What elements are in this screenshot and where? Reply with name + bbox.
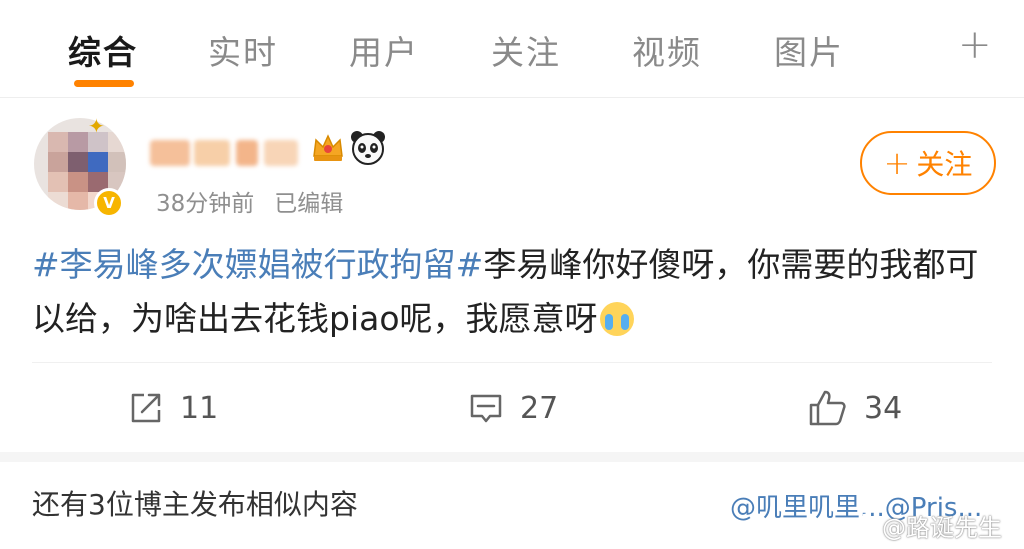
- comment-button[interactable]: 27: [468, 388, 558, 428]
- watermark-text: @路诞先生: [882, 514, 1002, 542]
- like-button[interactable]: 34: [808, 388, 902, 428]
- tab-images[interactable]: 图片: [774, 26, 844, 74]
- add-tab-icon[interactable]: +: [958, 22, 992, 68]
- tab-comprehensive[interactable]: 综合: [68, 26, 138, 74]
- section-separator: [0, 452, 1024, 462]
- post-meta: 38分钟前 已编辑: [156, 184, 343, 218]
- follow-button[interactable]: + 关注: [860, 131, 996, 195]
- post-hashtag[interactable]: #李易峰多次嫖娼被行政拘留#: [32, 245, 483, 284]
- thumbs-up-icon: [809, 390, 846, 426]
- repost-icon: [131, 393, 161, 423]
- repost-count: 11: [180, 390, 219, 426]
- panda-icon: [351, 131, 385, 165]
- verified-badge-icon: V: [94, 188, 124, 218]
- tab-video[interactable]: 视频: [632, 26, 702, 74]
- plus-icon: +: [883, 144, 911, 182]
- tab-following[interactable]: 关注: [491, 26, 561, 74]
- crown-icon: [313, 134, 343, 161]
- post-text: #李易峰多次嫖娼被行政拘留#李易峰你好傻呀，你需要的我都可以给，为啥出去花钱pi…: [32, 238, 992, 346]
- post-time: 38分钟前: [156, 191, 255, 217]
- comment-icon: [470, 394, 502, 423]
- tab-realtime[interactable]: 实时: [208, 26, 278, 74]
- search-tabs-bar: 综合 实时 用户 关注 视频 图片 +: [0, 0, 1024, 98]
- tab-users[interactable]: 用户: [349, 26, 419, 74]
- crying-emoji-icon: [599, 302, 634, 336]
- like-count: 34: [864, 390, 903, 426]
- weibo-logo-icon: [837, 513, 873, 539]
- username-blurred[interactable]: [150, 134, 300, 170]
- divider: [32, 362, 992, 363]
- follow-label: 关注: [916, 148, 973, 181]
- comment-count: 27: [520, 390, 559, 426]
- active-tab-indicator: [74, 80, 134, 87]
- repost-button[interactable]: 11: [128, 388, 218, 428]
- edited-label: 已编辑: [274, 191, 344, 217]
- avatar-pendant-icon: ✦: [88, 114, 105, 138]
- watermark: @路诞先生: [836, 508, 1002, 543]
- similar-content-text[interactable]: 还有3位博主发布相似内容: [32, 483, 358, 523]
